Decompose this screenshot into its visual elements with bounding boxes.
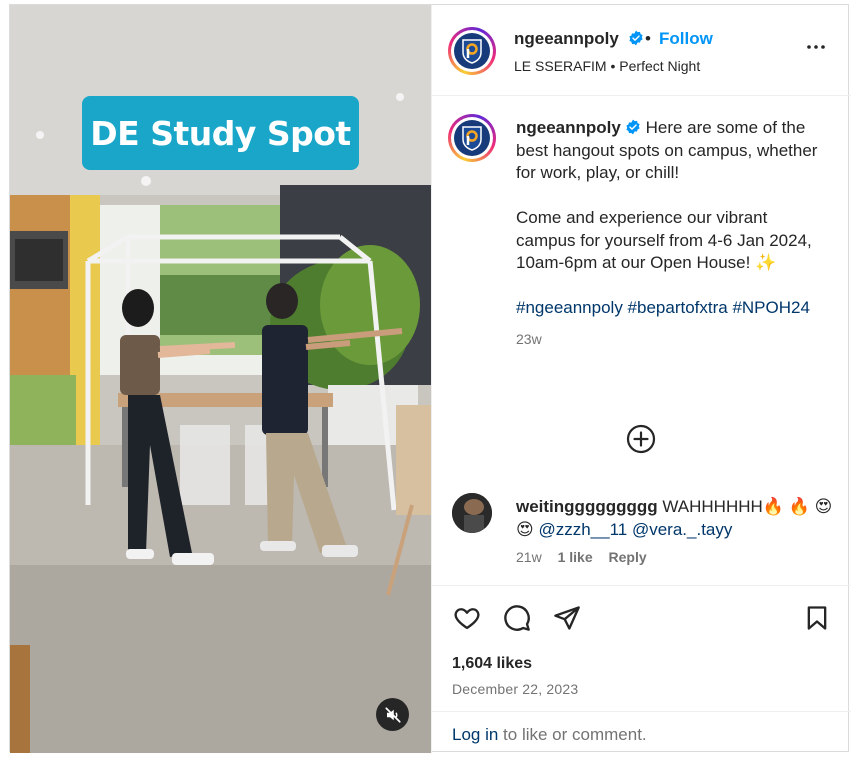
- audio-track-title[interactable]: Perfect Night: [619, 58, 700, 74]
- author-username[interactable]: ngeeannpoly: [514, 29, 644, 49]
- heart-icon: [454, 608, 480, 630]
- likes-count[interactable]: 1,604 likes: [452, 655, 532, 673]
- load-more-comments-button[interactable]: [625, 423, 657, 455]
- commenter-avatar[interactable]: [452, 493, 492, 533]
- audio-separator: •: [610, 58, 616, 74]
- divider: [432, 711, 851, 712]
- author-avatar[interactable]: [448, 27, 496, 75]
- follow-button[interactable]: Follow: [659, 29, 713, 49]
- author-username-text[interactable]: ngeeannpoly: [514, 29, 619, 48]
- share-icon: [554, 606, 580, 630]
- verified-badge-icon: [628, 30, 643, 46]
- share-button[interactable]: [552, 603, 582, 633]
- more-options-button[interactable]: [804, 35, 828, 59]
- audio-track-link[interactable]: LE SSERAFIM • Perfect Night: [514, 58, 700, 74]
- login-link[interactable]: Log in: [452, 725, 498, 744]
- ngeeannpoly-logo-icon: [462, 39, 482, 64]
- audio-artist[interactable]: LE SSERAFIM: [514, 58, 607, 74]
- comment-meta: 21w 1 like Reply: [516, 549, 659, 565]
- divider: [432, 585, 851, 586]
- caption-author-avatar[interactable]: [448, 114, 496, 162]
- post-header: ngeeannpoly • Follow LE SSERAFIM • Perfe…: [432, 5, 851, 96]
- comment-button[interactable]: [502, 603, 532, 633]
- like-button[interactable]: [452, 603, 482, 633]
- instagram-post: DE Study Spot ngeeannpoly • Follow LE SS…: [9, 4, 851, 753]
- post-details-panel: ngeeannpoly • Follow LE SSERAFIM • Perfe…: [431, 5, 851, 753]
- plus-circle-icon: [626, 424, 656, 454]
- more-options-icon: [807, 45, 825, 49]
- comment-mentions[interactable]: @zzzh__11 @vera._.tayy: [538, 520, 732, 539]
- comment-reply-button[interactable]: Reply: [609, 549, 647, 565]
- caption-username[interactable]: ngeeannpoly: [516, 118, 621, 137]
- caption-timestamp[interactable]: 23w: [516, 328, 826, 351]
- comment-text-block: weitinggggggggg WAHHHHHH🔥 🔥 😍 😍 @zzzh__1…: [516, 495, 836, 541]
- login-prompt-text: to like or comment.: [498, 725, 647, 744]
- mute-toggle-button[interactable]: [376, 698, 409, 731]
- muted-speaker-icon: [384, 706, 401, 723]
- login-prompt: Log in to like or comment.: [452, 725, 647, 745]
- save-button[interactable]: [802, 603, 832, 633]
- comment-item: weitinggggggggg WAHHHHHH🔥 🔥 😍 😍 @zzzh__1…: [432, 485, 851, 585]
- verified-badge-icon: [626, 119, 640, 135]
- caption-paragraph-2: Come and experience our vibrant campus f…: [516, 208, 812, 272]
- commenter-username[interactable]: weitinggggggggg: [516, 497, 658, 516]
- post-date: December 22, 2023: [452, 681, 579, 697]
- post-media-video[interactable]: DE Study Spot: [10, 5, 431, 753]
- caption-hashtags[interactable]: #ngeeannpoly #bepartofxtra #NPOH24: [516, 298, 810, 317]
- header-separator: •: [645, 29, 651, 48]
- bookmark-icon: [807, 606, 827, 630]
- commenter-avatar-image: [452, 493, 492, 533]
- action-bar: [432, 597, 851, 637]
- ngeeannpoly-logo-icon: [462, 126, 482, 151]
- comment-like-count[interactable]: 1 like: [558, 549, 593, 565]
- comment-icon: [504, 605, 530, 631]
- caption-text-block: ngeeannpoly Here are some of the best ha…: [516, 117, 826, 350]
- video-overlay-title: DE Study Spot: [82, 96, 359, 170]
- comment-timestamp[interactable]: 21w: [516, 549, 542, 565]
